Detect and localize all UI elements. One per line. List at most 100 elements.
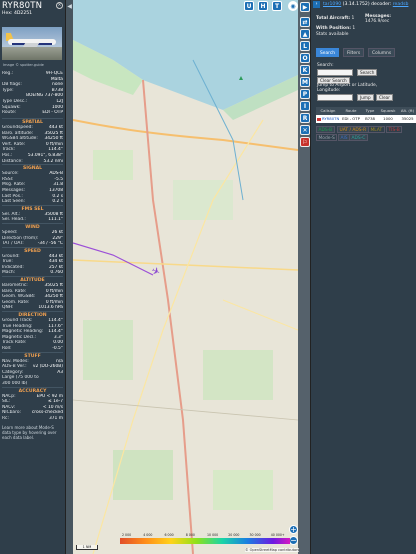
history-status: Stats available [316,32,349,37]
info-row: Route: EDI - OTP [2,110,63,116]
layers-icon[interactable]: ◉ [288,1,298,11]
panel-toggle-strip: ◀ [66,0,73,554]
col-type[interactable]: Type [362,107,378,115]
label-button-k[interactable]: K [300,65,310,75]
legend-ads-c[interactable]: ADS-C [349,134,368,141]
layers-up-icon[interactable]: ▲ [300,29,310,39]
chevron-right-icon[interactable]: › [313,1,320,8]
info-value: -34 / -56 °C [37,241,63,247]
info-key: Type: [2,87,14,93]
section-title[interactable]: ALTITUDE [2,276,63,283]
label-button-p[interactable]: P [300,89,310,99]
total-aircraft: Total Aircraft: 1 [316,16,354,21]
aircraft-table: Callsign Route Type Squawk Alt. (ft) RYR… [316,107,416,123]
map-attribution[interactable]: © OpenStreetMap contributors [245,548,300,552]
aircraft-info-panel: RYR80TN Hex: 4D2251 × Image © spotter.gu… [0,0,66,554]
info-value: 53.2 nmi [43,158,63,164]
trails-toggle-button[interactable]: T [272,1,282,11]
info-key: TAT / OAT: [2,241,24,247]
hide-toggle-button[interactable]: H [258,1,268,11]
section-title[interactable]: SPATIAL [2,118,63,125]
hex-value: 4D2251 [13,11,33,16]
units-toggle-button[interactable]: U [244,1,254,11]
zoom-out-button[interactable]: − [289,536,298,545]
jump-button[interactable]: Jump [357,94,374,101]
cell-altitude: 35025 [401,116,414,121]
info-key: Sel. Head.: [2,217,26,223]
section-title[interactable]: ACCURACY [2,386,63,394]
colorbar-tick: 4 000 [143,533,153,537]
tab-columns[interactable]: Columns [368,48,396,57]
clear-jump-button[interactable]: Clear [376,94,393,101]
col-altitude[interactable]: Alt. (ft) [398,107,416,115]
info-footer: Learn more about Mode-S data type by hov… [2,424,57,440]
col-callsign[interactable]: Callsign [316,107,340,115]
legend-ads-b[interactable]: ADS-B [316,126,335,133]
map[interactable]: ✈ [73,0,298,554]
zoom-in-button[interactable]: + [289,525,298,534]
info-key: Last Seen: [2,199,25,205]
info-row: Rc: 371 m [2,416,63,422]
cell-squawk: 1000 [383,116,393,121]
version-number: (3.14.1752) [342,2,370,7]
callsign-text: RYR80TN [321,116,340,121]
flag-icon[interactable]: ⚐ [300,137,310,147]
close-map-icon[interactable]: ✕ [300,125,310,135]
messages-value: 1476.9/sec [365,19,390,24]
colorbar-tick: 10 000 [207,533,219,537]
info-key: 300 000 lb) [2,380,28,386]
withpos-label: With Position: [316,26,351,31]
label-button-m[interactable]: M [300,77,310,87]
info-key: Mach: [2,270,16,276]
col-squawk[interactable]: Squawk [378,107,398,115]
tab-search[interactable]: Search [316,48,340,57]
legend-tis-b[interactable]: TIS-B [386,126,403,133]
messages-rate: Messages: 1476.9/sec [365,14,391,24]
jump-input[interactable] [317,94,353,101]
total-value: 1 [351,16,355,21]
info-value: 0.760 [50,270,63,276]
legend-uat-ads-r[interactable]: UAT / ADS-R [337,126,369,133]
section-title[interactable]: STUFF [2,351,63,359]
info-key: Roll: [2,346,12,351]
section-title[interactable]: DIRECTION [2,311,63,318]
scale-bar: 1 NM [76,545,98,550]
aircraft-photo[interactable] [2,27,62,60]
info-value: 1013.6 hPa [38,305,63,311]
label-button-i[interactable]: I [300,101,310,111]
section-title[interactable]: SPEED [2,246,63,254]
info-value: EDI - OTP [42,110,63,116]
label-button-o[interactable]: O [300,53,310,63]
photo-credit[interactable]: Image © spotter.guide [3,63,44,67]
expand-sidebar-icon[interactable]: ▶ [300,2,310,12]
decoder-label: decoder: [371,2,392,7]
search-button[interactable]: Search [357,69,378,76]
info-key: Route: [2,110,17,116]
label-button-l[interactable]: L [300,41,310,51]
decoder-link[interactable]: readsb [393,2,409,7]
info-key: Rc: [2,415,9,421]
section-title[interactable]: WIND [2,222,63,230]
label-button-r[interactable]: R [300,113,310,123]
section-title[interactable]: FMS SEL [2,204,63,212]
legend-mlat[interactable]: MLAT [368,126,385,133]
tab-filters[interactable]: Filters [343,48,365,57]
version-link[interactable]: tar1090 [323,2,341,7]
colorbar-tick: 8 000 [185,533,195,537]
hex-label: Hex: [2,11,13,16]
col-route[interactable]: Route [340,107,362,115]
info-value: 111.1° [48,217,63,223]
colorbar-tick: 2 000 [122,533,132,537]
close-icon[interactable]: × [56,2,63,9]
jump-label: Jump to Airport or Latitude, Longitude: [317,83,378,93]
swap-icon[interactable]: ⇄ [300,17,310,27]
section-title[interactable]: SIGNAL [2,164,63,171]
table-row[interactable]: RYR80TN EDI - OTP B738 1000 35025 [316,115,416,123]
photo-wing [22,43,40,47]
search-input[interactable] [317,69,353,76]
info-key: Distance: [2,158,23,164]
colorbar-tick: 30 000 [249,533,261,537]
flag-icon [316,117,321,121]
collapse-left-icon[interactable]: ◀ [66,3,73,10]
legend-mode-s[interactable]: Mode-S [316,134,338,141]
